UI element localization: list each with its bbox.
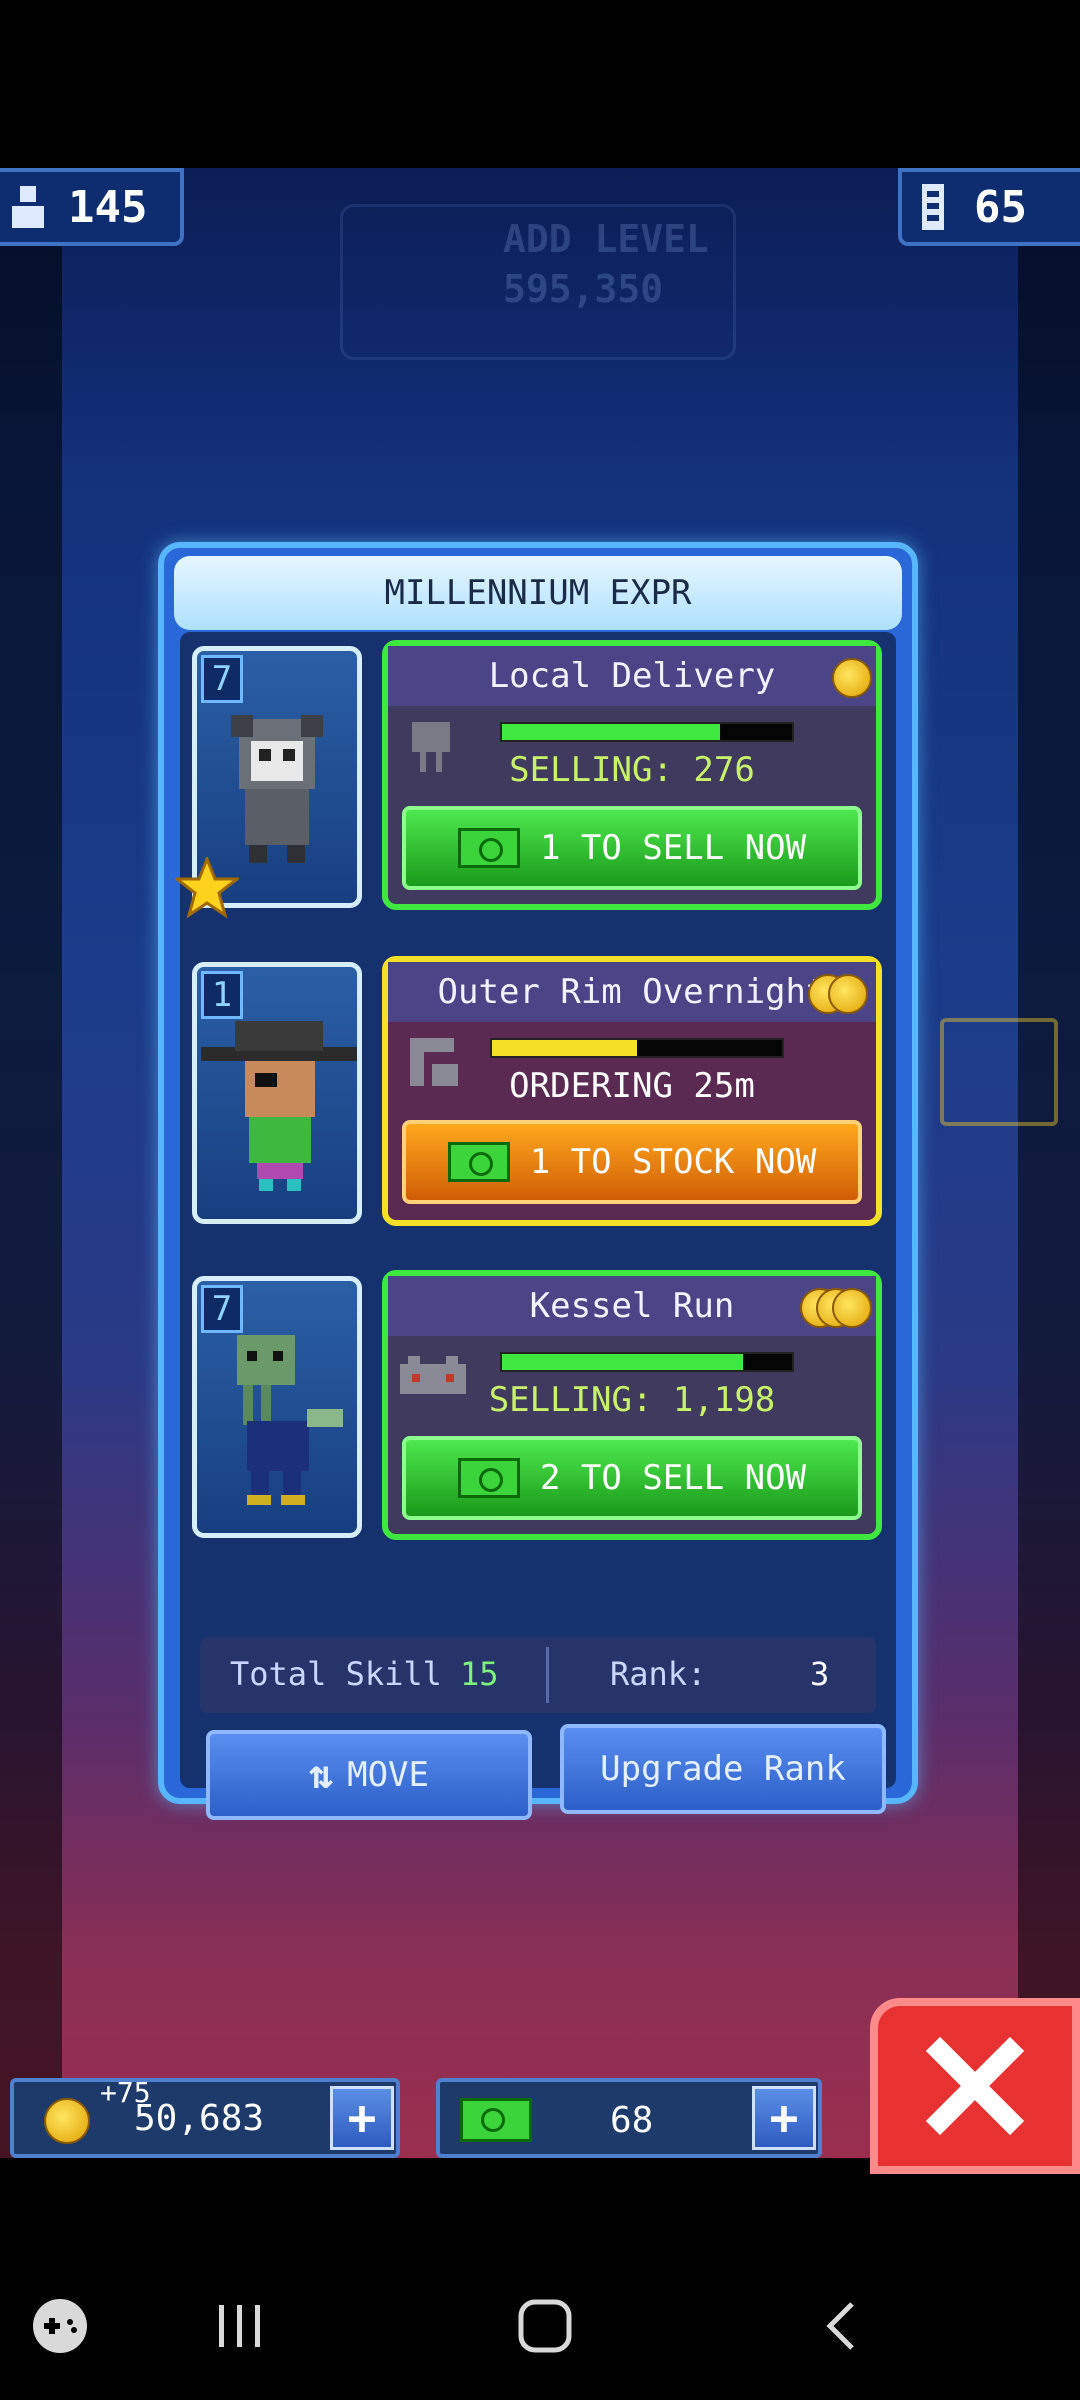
coin-icon	[832, 658, 872, 698]
dialog-body: 7 Local Delivery SELLING: 276 1 TO SELL …	[175, 632, 896, 1820]
upgrade-rank-button[interactable]: Upgrade Rank	[560, 1724, 886, 1814]
buy-bux-button[interactable]: +	[752, 2086, 816, 2150]
person-icon	[12, 186, 44, 228]
floors-counter: 65	[898, 168, 1080, 246]
game-launcher-button[interactable]	[20, 2256, 100, 2396]
worker-card[interactable]: 1	[192, 962, 362, 1224]
dream-job-star-icon	[175, 857, 239, 919]
order-progress-bar	[490, 1038, 784, 1058]
delivery-slot: Kessel Run SELLING: 1,198 2 TO SELL NOW	[382, 1270, 882, 1540]
move-button[interactable]: ⇅ MOVE	[206, 1730, 532, 1820]
buy-coins-button[interactable]: +	[330, 2086, 394, 2150]
left-shade	[0, 168, 62, 2158]
sell-now-label: 1 TO SELL NOW	[539, 828, 807, 868]
rank-value: 3	[810, 1655, 830, 1693]
move-arrows-icon: ⇅	[309, 1752, 334, 1798]
total-skill-label: Total Skill	[230, 1655, 442, 1693]
home-icon	[518, 2299, 572, 2353]
worker-avatar-icon	[237, 1335, 343, 1505]
product-name: Local Delivery	[388, 646, 876, 706]
bux-icon	[460, 2098, 532, 2142]
coin-icon	[828, 974, 868, 1014]
total-skill-value: 15	[460, 1655, 499, 1693]
floor-dialog: MILLENNIUM EXPR 7 Local Delivery SELLING…	[158, 542, 918, 1820]
rank-label: Rank:	[610, 1655, 707, 1693]
sell-now-button[interactable]: 1 TO SELL NOW	[402, 806, 862, 890]
coin-icon	[44, 2098, 90, 2144]
worker-card[interactable]: 7	[175, 646, 362, 919]
worker-avatar-icon	[201, 1021, 357, 1191]
add-level-button[interactable]: ADD LEVEL 595,350	[340, 204, 736, 360]
add-level-cost: 595,350	[503, 267, 664, 311]
floors-value: 65	[974, 181, 1027, 233]
worker-level: 7	[201, 1285, 243, 1333]
delivery-slot: Local Delivery SELLING: 276 1 TO SELL NO…	[382, 640, 882, 910]
stats-divider	[546, 1647, 549, 1703]
product-name: Outer Rim Overnight	[388, 962, 876, 1022]
bux-display: 68 +	[436, 2078, 822, 2158]
sell-now-label: 2 TO SELL NOW	[539, 1458, 807, 1498]
bux-value: 68	[610, 2100, 654, 2141]
population-value: 145	[68, 181, 148, 233]
delivery-status: ORDERING 25m	[509, 1066, 755, 1106]
bux-icon	[457, 828, 520, 868]
building-icon	[922, 184, 944, 230]
population-counter: 145	[0, 168, 184, 246]
bux-icon	[457, 1458, 520, 1498]
stock-now-label: 1 TO STOCK NOW	[529, 1142, 817, 1182]
upgrade-rank-label: Upgrade Rank	[600, 1749, 846, 1789]
elevator-icon[interactable]	[940, 1018, 1058, 1126]
coins-display: +75 50,683 +	[10, 2076, 400, 2158]
sell-now-button[interactable]: 2 TO SELL NOW	[402, 1436, 862, 1520]
floor-stats: Total Skill 15 Rank: 3	[200, 1637, 876, 1713]
delivery-status: SELLING: 1,198	[488, 1380, 776, 1420]
back-button[interactable]	[800, 2256, 880, 2396]
back-icon	[826, 2302, 854, 2350]
worker-avatar-icon	[231, 715, 323, 863]
delivery-status: SELLING: 276	[509, 750, 755, 790]
worker-level: 1	[201, 971, 243, 1019]
move-label: MOVE	[347, 1755, 429, 1795]
add-level-label: ADD LEVEL	[503, 217, 709, 261]
close-icon	[925, 2036, 1025, 2136]
coin-icon	[832, 1288, 872, 1328]
right-shade	[1018, 168, 1080, 2158]
gamepad-icon	[33, 2299, 87, 2353]
stock-progress-bar	[500, 1352, 794, 1372]
stock-progress-bar	[500, 722, 794, 742]
recent-apps-icon	[219, 2305, 260, 2347]
close-button[interactable]	[870, 1998, 1080, 2174]
coins-value: 50,683	[134, 2098, 265, 2139]
worker-level: 7	[201, 655, 243, 703]
delivery-slot: Outer Rim Overnight ORDERING 25m 1 TO ST…	[382, 956, 882, 1226]
bux-icon	[447, 1142, 510, 1182]
home-button[interactable]	[500, 2256, 590, 2396]
dialog-title: MILLENNIUM EXPR	[174, 556, 902, 630]
stock-now-button[interactable]: 1 TO STOCK NOW	[402, 1120, 862, 1204]
worker-card[interactable]: 7	[192, 1276, 362, 1538]
recent-apps-button[interactable]	[200, 2256, 280, 2396]
